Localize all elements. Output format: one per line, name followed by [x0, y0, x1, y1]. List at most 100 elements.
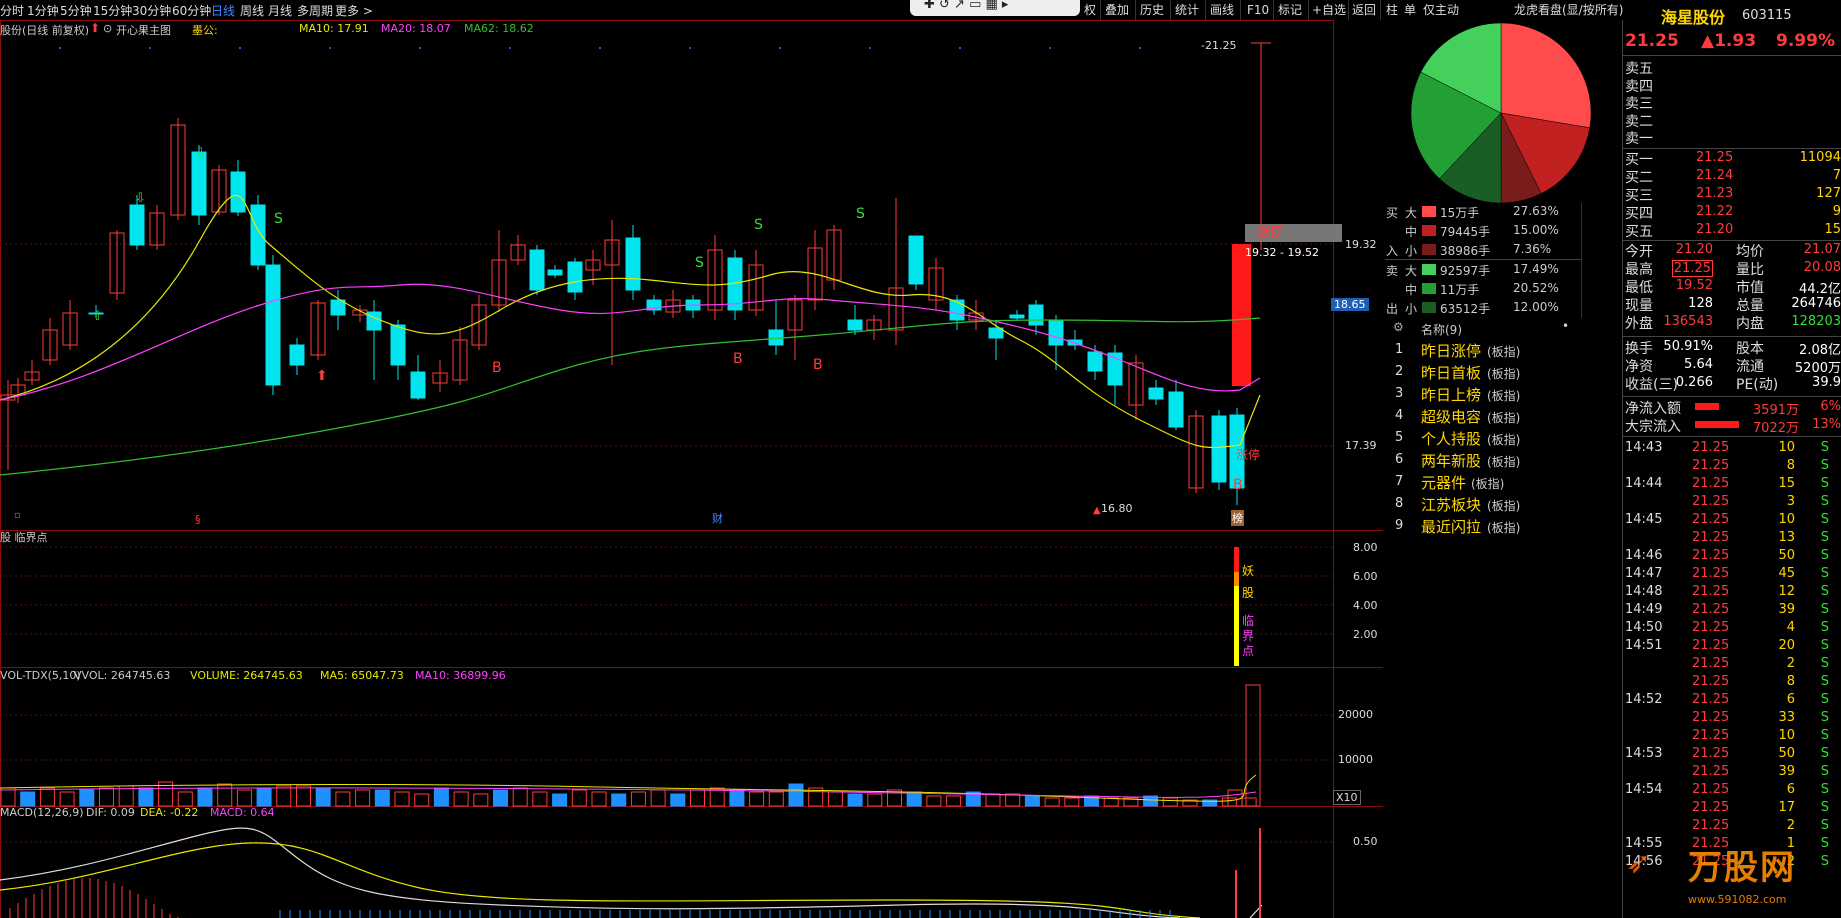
sector-no: 1: [1395, 342, 1404, 357]
bid-volume: 15: [1824, 222, 1841, 237]
period-fenshi[interactable]: 分时: [0, 2, 24, 19]
stat-label: 收益(三): [1625, 377, 1678, 393]
stat-value: 19.52: [1675, 278, 1713, 293]
btn-add-watchlist[interactable]: +自选: [1312, 1, 1346, 19]
side-sell-2: 出: [1386, 302, 1399, 316]
flow-pct: 17.49%: [1513, 262, 1559, 276]
btn-dragon-tiger[interactable]: 龙虎看盘(显/按所有): [1514, 1, 1623, 19]
flow-row-buy-0: 大 15万手 27.63%: [1405, 203, 1580, 221]
period-weekly[interactable]: 周线: [240, 2, 264, 19]
flow-pct: 27.63%: [1513, 204, 1559, 218]
candle-body: [250, 204, 266, 266]
sector-item[interactable]: 4 超级电容 (板指): [1385, 405, 1615, 427]
flow-pct: 7.36%: [1513, 242, 1552, 256]
bid-level[interactable]: 买三 21.23 127: [1622, 185, 1841, 204]
btn-f10[interactable]: F10: [1247, 1, 1269, 19]
dea-line: [0, 842, 1201, 918]
period-30min[interactable]: 30分钟: [132, 2, 171, 19]
tick-row: 21.25 33 S: [1622, 709, 1841, 727]
gear-icon[interactable]: ⚙: [1393, 320, 1404, 334]
candle-body: [547, 269, 563, 276]
volume-bar: [749, 791, 765, 807]
btn-dan[interactable]: 单: [1404, 1, 1416, 19]
tick-volume: 39: [1778, 602, 1795, 617]
candle-body: [1087, 351, 1103, 372]
period-1min[interactable]: 1分钟: [27, 2, 59, 19]
volume-label: VOLUME: 264745.63: [190, 669, 303, 682]
stat-value: 0.266: [1675, 375, 1713, 390]
bid-level[interactable]: 买四 21.22 9: [1622, 203, 1841, 222]
high-price-label: -21.25: [1201, 39, 1237, 52]
tick-time: 14:45: [1625, 512, 1663, 527]
b-signal: B: [1233, 477, 1243, 493]
buy-signal: B: [813, 357, 823, 373]
sector-item[interactable]: 6 两年新股 (板指): [1385, 449, 1615, 471]
vol-unit: X10: [1333, 790, 1361, 805]
btn-active-only[interactable]: 仅主动: [1423, 1, 1459, 19]
sector-no: 6: [1395, 452, 1404, 467]
volume-bar: [591, 791, 607, 807]
tick-price: 21.25: [1692, 476, 1730, 491]
candle-body: [230, 171, 246, 213]
sector-item[interactable]: 9 最近闪拉 (板指): [1385, 515, 1615, 537]
period-15min[interactable]: 15分钟: [93, 2, 132, 19]
period-5min[interactable]: 5分钟: [60, 2, 92, 19]
sector-item[interactable]: 8 江苏板块 (板指): [1385, 493, 1615, 515]
sector-item[interactable]: 5 个人持股 (板指): [1385, 427, 1615, 449]
bid-level[interactable]: 买五 21.20 15: [1622, 221, 1841, 240]
btn-quan[interactable]: 权: [1084, 1, 1096, 19]
zhangting-range: 19.32 - 19.52: [1245, 246, 1319, 259]
btn-history[interactable]: 历史: [1140, 1, 1164, 19]
bid-label: 买三: [1625, 188, 1653, 204]
kline-chart-area[interactable]: S S S S B B B ⬆ ⇩ ⇩ ⇧ ▲ § ▫: [0, 20, 1383, 918]
period-more[interactable]: 更多 >: [335, 2, 373, 19]
flow-stat-pct: 13%: [1812, 417, 1841, 432]
sector-tag: (板指): [1487, 455, 1521, 469]
tick-row: 21.25 2 S: [1622, 817, 1841, 835]
low-price-label: 16.80: [1101, 502, 1133, 515]
btn-back[interactable]: 返回: [1352, 1, 1376, 19]
period-monthly[interactable]: 月线: [268, 2, 292, 19]
zhangting-box[interactable]: 涨停: [1245, 224, 1342, 242]
tick-price: 21.25: [1692, 746, 1730, 761]
ask-level[interactable]: 卖一: [1625, 128, 1653, 148]
period-multi[interactable]: 多周期: [297, 2, 333, 19]
tick-side: S: [1820, 656, 1829, 671]
tick-side: S: [1820, 602, 1829, 617]
drawing-toolbar[interactable]: ✚ ↺ ↗ ▭ ▦ ▸: [910, 0, 1080, 16]
btn-overlay[interactable]: 叠加: [1105, 1, 1129, 19]
tick-volume: 3: [1786, 494, 1795, 509]
tick-row: 14:48 21.25 12 S: [1622, 583, 1841, 601]
macd-dif: DIF: 0.09: [86, 806, 135, 819]
period-60min[interactable]: 60分钟: [172, 2, 211, 19]
sector-tag: (板指): [1487, 367, 1521, 381]
btn-stats[interactable]: 统计: [1175, 1, 1199, 19]
volume-bar: [571, 789, 587, 807]
volume-bar: [670, 793, 686, 807]
sector-item[interactable]: 7 元器件 (板指): [1385, 471, 1615, 493]
sector-item[interactable]: 2 昨日首板 (板指): [1385, 361, 1615, 383]
indicator-name[interactable]: 开心果主图: [116, 22, 171, 38]
bid-level[interactable]: 买一 21.25 11094: [1622, 149, 1841, 168]
stock-name: 海星股份: [1661, 8, 1726, 27]
sector-item[interactable]: 3 昨日上榜 (板指): [1385, 383, 1615, 405]
flow-color-swatch: [1422, 225, 1436, 236]
period-daily[interactable]: 日线: [211, 2, 235, 19]
sector-item[interactable]: 1 昨日涨停 (板指): [1385, 339, 1615, 361]
stat-label: 净资: [1625, 359, 1653, 375]
bid-price: 21.24: [1696, 168, 1734, 183]
up-arrow-signal: ⬆: [316, 368, 328, 384]
tick-price: 21.25: [1692, 692, 1730, 707]
btn-zhu[interactable]: 柱: [1386, 1, 1398, 19]
btn-mark[interactable]: 标记: [1278, 1, 1302, 19]
btn-draw[interactable]: 画线: [1210, 1, 1234, 19]
chevron-down-icon[interactable]: ⊙: [103, 22, 112, 35]
signal-marks: S S S S B B B ⬆ ⇩ ⇩ ⇧ ▲ § ▫: [14, 146, 1101, 526]
candle-body: [908, 235, 924, 285]
bid-level[interactable]: 买二 21.24 7: [1622, 167, 1841, 186]
volume-bar: [335, 791, 351, 807]
sector-no: 5: [1395, 430, 1404, 445]
flow-stat-label: 净流入额: [1625, 401, 1681, 417]
bid-volume: 127: [1816, 186, 1841, 201]
candle-body: [289, 344, 305, 366]
